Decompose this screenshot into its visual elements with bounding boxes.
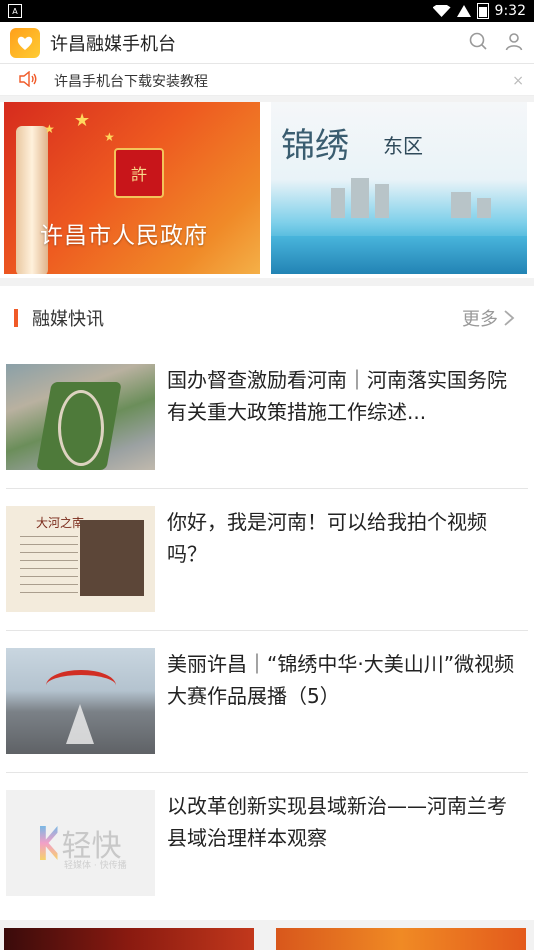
wifi-icon [432, 5, 451, 17]
banner-calligraphy-sub: 东区 [383, 134, 423, 158]
banner-calligraphy: 锦绣 [281, 126, 349, 166]
app-logo-icon [10, 27, 40, 58]
app-header: 许昌融媒手机台 [0, 22, 534, 64]
star-icon: ★ [44, 122, 55, 136]
water-shape [271, 236, 527, 274]
status-time: 9:32 [494, 3, 526, 19]
building-shape [451, 192, 471, 218]
preview-image[interactable] [276, 928, 526, 950]
list-item[interactable]: 国办督查激励看河南｜河南落实国务院有关重大政策措施工作综述... [6, 364, 528, 504]
banner-row: ★ ★ ★ 許 许昌市人民政府 锦绣 东区 [0, 102, 534, 276]
status-bar: A 9:32 [0, 0, 534, 22]
notification-icon: A [8, 4, 22, 18]
list-item[interactable]: 轻快 轻媒体 · 快传播 以改革创新实现县域新治——河南兰考县域治理样本观察 [6, 790, 528, 930]
notice-text[interactable]: 许昌手机台下载安装教程 [54, 71, 208, 91]
government-seal: 許 [114, 148, 164, 198]
more-link[interactable]: 更多 [462, 305, 516, 331]
banner-title: 许昌市人民政府 [40, 223, 208, 249]
news-thumbnail: 大河之南 [6, 506, 155, 612]
section-accent-bar [14, 309, 18, 327]
star-icon: ★ [74, 110, 91, 131]
banner-dongqu[interactable]: 锦绣 东区 [271, 102, 527, 274]
news-title[interactable]: 你好，我是河南！可以给我拍个视频吗？ [167, 506, 522, 646]
close-icon[interactable]: × [512, 73, 524, 89]
list-item[interactable]: 美丽许昌｜“锦绣中华·大美山川”微视频大赛作品展播（5） [6, 648, 528, 788]
app-title: 许昌融媒手机台 [50, 33, 176, 55]
building-shape [351, 178, 369, 218]
preview-image[interactable] [4, 928, 254, 950]
divider [6, 772, 528, 773]
more-label: 更多 [462, 309, 498, 330]
search-icon[interactable] [468, 31, 488, 55]
speaker-icon [18, 70, 38, 91]
building-shape [375, 184, 389, 218]
divider [6, 488, 528, 489]
news-thumbnail [6, 364, 155, 470]
news-title[interactable]: 美丽许昌｜“锦绣中华·大美山川”微视频大赛作品展播（5） [167, 648, 522, 788]
building-shape [477, 198, 491, 218]
battery-icon [476, 3, 489, 19]
chevron-right-icon [504, 310, 515, 326]
next-section-preview [0, 920, 534, 950]
notice-bar[interactable]: 许昌手机台下载安装教程 × [0, 66, 534, 96]
k-logo-icon [39, 826, 58, 860]
divider [0, 278, 534, 286]
news-thumbnail: 轻快 轻媒体 · 快传播 [6, 790, 155, 896]
list-item[interactable]: 大河之南 你好，我是河南！可以给我拍个视频吗？ [6, 506, 528, 646]
section-title: 融媒快讯 [32, 309, 104, 330]
path-shape [58, 390, 104, 466]
thumb-caption: 大河之南 [36, 516, 85, 530]
news-title[interactable]: 国办督查激励看河南｜河南落实国务院有关重大政策措施工作综述... [167, 364, 522, 504]
text-lines-decoration [20, 536, 78, 600]
henan-map-shape [80, 520, 144, 596]
status-right: 9:32 [432, 3, 526, 19]
divider [6, 630, 528, 631]
user-icon[interactable] [504, 31, 524, 55]
pillar-decoration [16, 126, 48, 274]
brand-slogan: 轻媒体 · 快传播 [64, 861, 127, 871]
news-thumbnail [6, 648, 155, 754]
section-header: 融媒快讯 更多 [0, 298, 534, 338]
star-icon: ★ [104, 130, 115, 144]
news-title[interactable]: 以改革创新实现县域新治——河南兰考县域治理样本观察 [167, 790, 522, 930]
arch-shape [46, 670, 116, 701]
fountain-shape [66, 704, 94, 744]
banner-government[interactable]: ★ ★ ★ 許 许昌市人民政府 [4, 102, 260, 274]
signal-icon [456, 5, 471, 17]
building-shape [331, 188, 345, 218]
